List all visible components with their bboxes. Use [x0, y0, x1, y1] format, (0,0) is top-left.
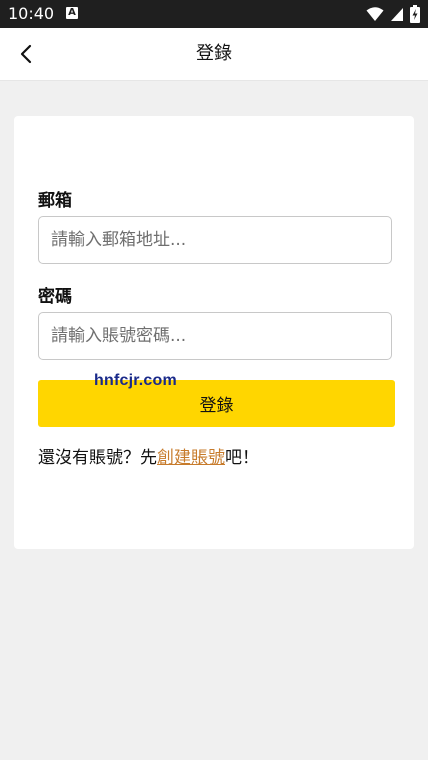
status-icons [366, 4, 420, 24]
password-label: 密碼 [38, 287, 72, 307]
battery-charging-icon [410, 5, 420, 23]
password-field[interactable] [38, 312, 392, 360]
status-time: 10:40 [8, 4, 55, 23]
signup-prefix: 還沒有賬號？先 [38, 448, 157, 468]
login-card: 郵箱 密碼 登錄 hnfcjr.com 還沒有賬號？先創建賬號吧！ [14, 116, 414, 549]
app-header: 登錄 [0, 28, 428, 81]
page-title: 登錄 [196, 43, 232, 64]
signal-icon [391, 8, 403, 21]
signup-suffix: 吧！ [225, 448, 259, 468]
create-account-link[interactable]: 創建賬號 [157, 448, 225, 468]
notification-icon: A [66, 7, 78, 19]
wifi-icon [366, 7, 384, 21]
login-button[interactable]: 登錄 [38, 380, 395, 427]
email-field[interactable] [38, 216, 392, 264]
email-label: 郵箱 [38, 191, 72, 211]
signup-prompt: 還沒有賬號？先創建賬號吧！ [38, 446, 259, 470]
status-bar: 10:40 A [0, 0, 428, 28]
